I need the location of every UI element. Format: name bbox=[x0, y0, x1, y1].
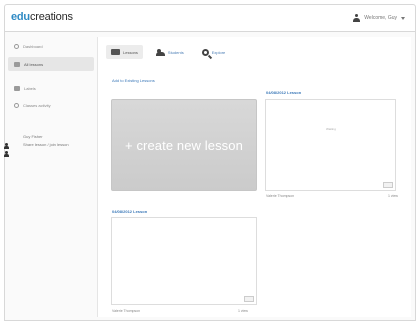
lessons-icon bbox=[111, 49, 120, 55]
sidebar-item-dashboard[interactable]: Dashboard bbox=[8, 39, 94, 53]
main-panel: Lessons Students Explore Add to Existing… bbox=[97, 37, 411, 317]
tab-bar: Lessons Students Explore bbox=[106, 45, 230, 59]
sidebar-item-label: Labels bbox=[24, 85, 36, 91]
user-menu[interactable]: Welcome, Guy bbox=[353, 14, 405, 22]
sidebar-item-label: Classes activity bbox=[23, 102, 51, 108]
lesson-badge bbox=[244, 296, 254, 302]
sidebar-item-labels[interactable]: Labels bbox=[8, 81, 94, 95]
people-icon bbox=[155, 48, 165, 56]
sidebar-item-label: Dashboard bbox=[23, 43, 43, 49]
user-name: Welcome, Guy bbox=[364, 15, 397, 21]
lesson-title[interactable]: 04/08/2012 Lesson bbox=[266, 90, 301, 95]
gear-icon bbox=[14, 43, 19, 49]
create-new-lesson-button[interactable]: + create new lesson bbox=[111, 99, 257, 191]
sidebar-person[interactable]: Guy Fisher bbox=[4, 133, 94, 149]
tab-students[interactable]: Students bbox=[151, 45, 189, 59]
classes-icon bbox=[14, 102, 19, 108]
lesson-author: Valerie Thompson bbox=[112, 309, 141, 313]
search-icon bbox=[201, 48, 209, 56]
top-bar: educreations Welcome, Guy bbox=[4, 4, 416, 32]
lesson-badge bbox=[383, 182, 393, 188]
label-icon bbox=[14, 85, 20, 91]
lesson-thumbnail[interactable] bbox=[111, 217, 257, 305]
lesson-views: 1 view bbox=[388, 194, 398, 198]
sidebar-item-label: All lessons bbox=[24, 61, 44, 67]
user-icon bbox=[353, 14, 361, 22]
sidebar-share[interactable]: Share lesson / join lesson bbox=[4, 141, 94, 157]
user-icon bbox=[4, 150, 9, 157]
tab-explore[interactable]: Explore bbox=[197, 45, 231, 59]
sidebar-item-classes[interactable]: Classes activity bbox=[8, 98, 94, 112]
educreations-logo[interactable]: educreations bbox=[11, 11, 73, 23]
lesson-thumbnail[interactable]: Waiting bbox=[265, 99, 396, 191]
lesson-author: Valerie Thompson bbox=[266, 194, 295, 198]
tab-lessons[interactable]: Lessons bbox=[106, 45, 143, 59]
folder-icon bbox=[14, 61, 20, 67]
lesson-status: Waiting bbox=[326, 127, 336, 131]
chevron-down-icon bbox=[401, 16, 405, 20]
lesson-views: 1 view bbox=[238, 309, 248, 313]
sidebar: Dashboard All lessons Labels Classes act… bbox=[4, 37, 94, 317]
app-frame: educreations Welcome, Guy Dashboard All … bbox=[0, 0, 420, 325]
sidebar-item-all-lessons[interactable]: All lessons bbox=[8, 57, 94, 71]
lesson-title[interactable]: 04/08/2012 Lesson bbox=[112, 209, 147, 214]
add-existing-link[interactable]: Add to Existing Lessons bbox=[112, 78, 155, 83]
